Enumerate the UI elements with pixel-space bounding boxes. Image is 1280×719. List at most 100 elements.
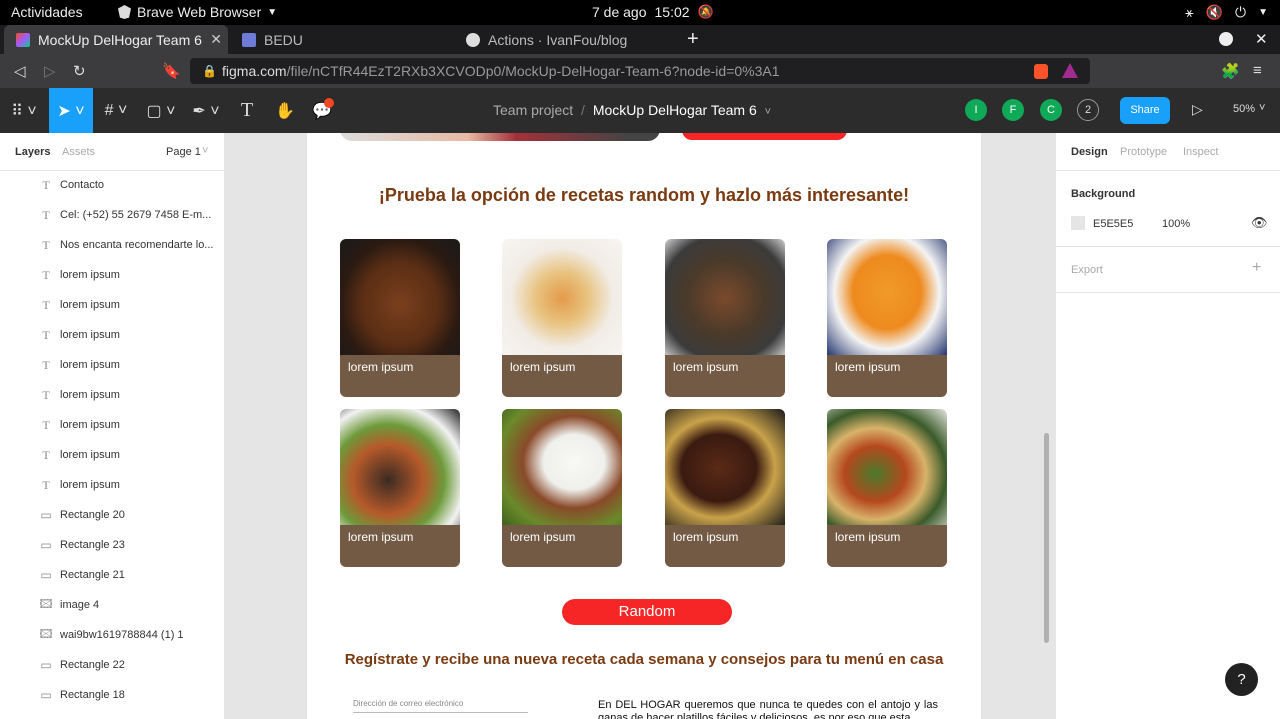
present-icon[interactable]: ▷ [1192,101,1203,118]
recipe-image [502,239,622,357]
tab-design[interactable]: Design [1071,146,1108,158]
comment-tool-icon[interactable]: 💬 [305,88,339,133]
new-tab-icon[interactable]: + [687,28,699,51]
tab-inspect[interactable]: Inspect [1183,146,1218,158]
app-menu[interactable]: Brave Web Browser ▼ [118,4,277,20]
color-swatch[interactable] [1071,216,1085,230]
file-name[interactable]: MockUp DelHogar Team 6 [593,102,757,118]
image-layer-icon: 🖾 [39,596,53,611]
url-field[interactable]: 🔒 figma.com/file/nCTfR44EzT2RXb3XCVODp0/… [190,58,1090,84]
layer-item[interactable]: T Cel: (+52) 55 2679 7458 E-m... [0,200,224,230]
system-tray[interactable]: ⚹ 🔇 ⏻ ▼ [1185,4,1268,21]
avatar[interactable]: F [1002,99,1024,121]
brave-shields-icon[interactable] [1034,64,1048,79]
tab-layers[interactable]: Layers [15,146,50,158]
canvas-scrollbar[interactable] [1044,433,1049,643]
tab-github[interactable]: Actions · IvanFou/blog [454,25,676,54]
layer-item[interactable]: Tlorem ipsum [0,320,224,350]
main-menu-icon[interactable]: ⠿ ˅ [0,88,48,133]
chevron-down-icon[interactable]: ˅ [765,106,771,118]
layer-item[interactable]: Tlorem ipsum [0,260,224,290]
rectangle-tool-icon[interactable]: ▢ ˅ [140,88,182,133]
tab-strip: MockUp DelHogar Team 6 ✕ BEDU Actions · … [0,25,1280,54]
avatar[interactable]: C [1040,99,1062,121]
forward-icon[interactable]: ▷ [44,62,56,80]
breadcrumb-team[interactable]: Team project [493,102,573,118]
recipe-image [340,239,460,357]
layers-header: Layers Assets Page 1 ˅ [0,133,224,171]
layer-item[interactable]: ▭ Rectangle 21 [0,560,224,590]
frame-tool-icon[interactable]: # ˅ [95,88,137,133]
chevron-down-icon[interactable]: ˅ [1259,102,1265,114]
layer-item[interactable]: T Nos encanta recomendarte lo... [0,230,224,260]
zoom-level[interactable]: 50% [1233,103,1255,115]
random-button[interactable]: Random [562,599,732,625]
layer-item[interactable]: Tlorem ipsum [0,440,224,470]
background-hex[interactable]: E5E5E5 [1093,218,1133,230]
background-opacity[interactable]: 100% [1162,218,1190,230]
chevron-down-icon[interactable]: ˅ [202,145,208,157]
move-tool-icon[interactable]: ➤ ˅ [49,88,93,133]
help-icon[interactable]: ? [1225,663,1258,696]
hand-tool-icon[interactable]: ✋ [268,88,302,133]
design-frame[interactable]: ¡Prueba la opción de recetas random y ha… [307,133,981,719]
layer-name: Contacto [60,179,105,191]
layer-item[interactable]: ▭ Rectangle 20 [0,500,224,530]
recipe-card[interactable]: lorem ipsum [665,409,785,567]
layer-name: lorem ipsum [60,389,120,401]
recipe-caption: lorem ipsum [827,525,947,567]
email-field[interactable]: Dirección de correo electrónico [353,699,528,713]
pen-tool-icon[interactable]: ✒ ˅ [185,88,227,133]
design-panel: Design Prototype Inspect Background E5E5… [1055,133,1280,719]
layer-item[interactable]: ▭ Rectangle 18 [0,680,224,710]
menu-icon[interactable]: ≡ [1253,62,1262,79]
layer-item[interactable]: 🖾 image 4 [0,590,224,620]
layer-name: lorem ipsum [60,269,120,281]
recipe-card[interactable]: lorem ipsum [827,239,947,397]
recipe-card[interactable]: lorem ipsum [340,409,460,567]
activities-button[interactable]: Actividades [11,4,83,20]
recipe-card[interactable]: lorem ipsum [665,239,785,397]
layer-item[interactable]: 🖾 wai9bw1619788844 (1) 1 [0,620,224,650]
tab-assets[interactable]: Assets [62,146,95,158]
add-export-icon[interactable]: + [1252,259,1261,277]
eye-icon[interactable]: 👁 [1251,215,1268,231]
tab-bedu[interactable]: BEDU [230,25,452,54]
tab-search-icon[interactable] [1219,32,1233,46]
layer-item[interactable]: ▭ Rectangle 23 [0,530,224,560]
bedu-icon [242,32,256,47]
clock[interactable]: 7 de ago 15:02 🔕 [592,4,714,20]
recipe-card[interactable]: lorem ipsum [340,239,460,397]
brave-rewards-icon[interactable] [1062,63,1078,78]
layer-item[interactable]: Tlorem ipsum [0,350,224,380]
layer-name: lorem ipsum [60,419,120,431]
close-window-icon[interactable]: ✕ [1255,30,1268,48]
text-tool-icon[interactable]: T [230,88,264,133]
layer-item[interactable]: Tlorem ipsum [0,290,224,320]
share-button[interactable]: Share [1120,97,1170,124]
tab-prototype[interactable]: Prototype [1120,146,1167,158]
volume-muted-icon: 🔇 [1205,4,1224,20]
bookmark-icon[interactable]: 🔖 [162,62,181,80]
caret-down-icon: ▼ [267,6,278,18]
canvas[interactable]: ¡Prueba la opción de recetas random y ha… [225,133,1055,719]
layer-item[interactable]: Tlorem ipsum [0,470,224,500]
avatar-more[interactable]: 2 [1077,99,1099,121]
back-icon[interactable]: ◁ [14,62,26,80]
recipe-card[interactable]: lorem ipsum [502,239,622,397]
tab-figma[interactable]: MockUp DelHogar Team 6 ✕ [4,25,228,54]
close-tab-icon[interactable]: ✕ [210,31,222,48]
layer-item[interactable]: Tlorem ipsum [0,380,224,410]
text-layer-icon: T [42,237,50,252]
layer-item[interactable]: Tlorem ipsum [0,410,224,440]
layer-item[interactable]: ▭ Rectangle 22 [0,650,224,680]
recipe-card[interactable]: lorem ipsum [502,409,622,567]
partial-button-top [682,133,847,140]
reload-icon[interactable]: ↻ [73,62,86,80]
caret-down-icon: ▼ [1258,7,1268,18]
page-selector[interactable]: Page 1 [166,146,201,158]
layer-item[interactable]: T Contacto [0,170,224,200]
avatar[interactable]: I [965,99,987,121]
extensions-icon[interactable]: 🧩 [1221,62,1240,80]
recipe-card[interactable]: lorem ipsum [827,409,947,567]
